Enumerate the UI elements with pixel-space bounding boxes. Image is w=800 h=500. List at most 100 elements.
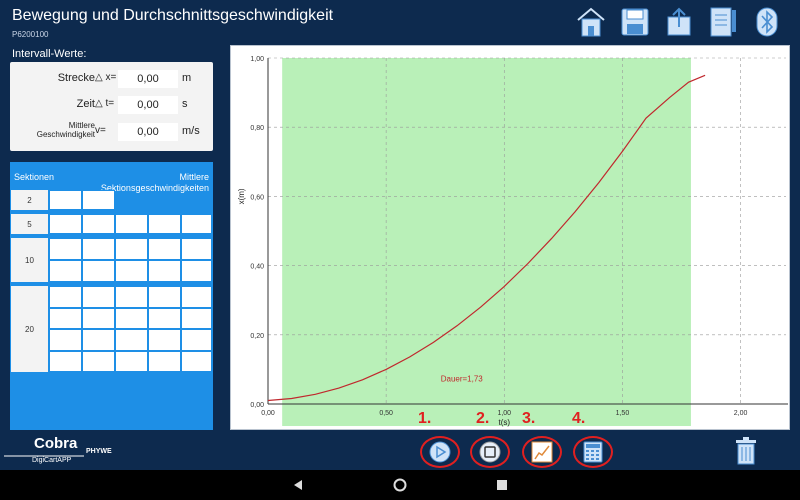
section-cell <box>181 238 212 260</box>
y-tick-label: 1,00 <box>250 56 264 63</box>
time-label: Zeit <box>76 98 95 110</box>
stop-button[interactable] <box>470 436 510 468</box>
section-cell <box>82 329 115 351</box>
recents-icon <box>497 480 507 490</box>
section-cell <box>148 351 181 372</box>
logo-brand: PHYWE <box>86 448 112 455</box>
chart-icon <box>531 441 553 463</box>
section-cell <box>115 260 148 282</box>
chart-panel[interactable]: 0,00 0,20 0,40 0,60 0,80 1,00 0,00 0,50 1,00 1,50… <box>230 45 790 430</box>
velocity-row: Mittlere Geschwindigkeit v= 0,00 m/s <box>10 121 213 143</box>
section-cell <box>148 238 181 260</box>
section-cell <box>82 308 115 329</box>
velocity-symbol: v= <box>95 125 106 136</box>
time-value: 0,00 <box>118 96 178 114</box>
section-cell <box>148 214 181 234</box>
x-tick-label: 0,00 <box>261 410 275 417</box>
y-tick-label: 0,80 <box>250 125 264 132</box>
section-cell <box>181 286 212 308</box>
y-axis-label: x(m) <box>237 188 246 204</box>
y-tick-label: 0,60 <box>250 194 264 201</box>
sections-table: Sektionen Mittlere Sektionsgeschwindigke… <box>10 162 213 430</box>
y-tick-label: 0,40 <box>250 264 264 271</box>
section-cell <box>148 260 181 282</box>
experiment-id: P6200100 <box>12 30 49 39</box>
x-tick-label: 1,50 <box>616 410 630 417</box>
section-cell <box>49 190 82 210</box>
section-cell <box>82 214 115 234</box>
distance-time-chart: 0,00 0,20 0,40 0,60 0,80 1,00 0,00 0,50 1,00 1,50… <box>237 56 788 427</box>
section-cell <box>82 238 115 260</box>
section-label-2: 2 <box>11 190 48 210</box>
section-cell <box>82 190 115 210</box>
logo-sub: DigiCartAPP <box>32 457 72 464</box>
play-button[interactable] <box>420 436 460 468</box>
section-cell <box>82 260 115 282</box>
section-cell <box>49 238 82 260</box>
section-cell <box>181 260 212 282</box>
section-row-5: 5 <box>10 214 213 234</box>
section-cell <box>49 329 82 351</box>
home-circle-icon <box>393 478 407 492</box>
share-icon[interactable] <box>662 4 696 40</box>
nav-back-button[interactable] <box>290 477 306 493</box>
nav-recents-button[interactable] <box>494 477 510 493</box>
trash-button[interactable] <box>734 437 758 470</box>
section-cell <box>115 351 148 372</box>
time-unit: s <box>182 98 188 110</box>
nav-home-button[interactable] <box>392 477 408 493</box>
section-row-10: 10 <box>10 238 213 282</box>
time-row: Zeit △ t= 0,00 s <box>10 94 213 116</box>
bluetooth-icon[interactable] <box>750 4 784 40</box>
section-row-2: 2 <box>10 190 213 210</box>
section-label-10: 10 <box>11 238 48 282</box>
section-cell <box>181 329 212 351</box>
interval-heading: Intervall-Werte: <box>12 48 87 60</box>
distance-unit: m <box>182 72 192 84</box>
y-tick-label: 0,00 <box>250 402 264 409</box>
section-cell <box>49 351 82 372</box>
back-icon <box>294 480 302 490</box>
section-cell <box>148 308 181 329</box>
section-cell <box>115 214 148 234</box>
chart-tool-button[interactable] <box>522 436 562 468</box>
distance-label: Strecke <box>57 72 95 84</box>
play-icon <box>429 441 451 463</box>
section-cell <box>148 286 181 308</box>
distance-value: 0,00 <box>118 70 178 88</box>
measurement-highlight <box>282 58 691 426</box>
step-number-2: 2. <box>476 410 490 427</box>
section-cell <box>148 329 181 351</box>
distance-symbol: △ x= <box>95 72 117 83</box>
section-cell <box>115 308 148 329</box>
home-icon[interactable] <box>574 4 608 40</box>
x-axis-label: t(s) <box>498 418 510 427</box>
section-cell <box>181 214 212 234</box>
duration-annotation: Dauer=1,73 <box>441 375 484 384</box>
bottom-toolbar: Cobra DigiCartAPP PHYWE 1. 2. 3. 4. <box>0 410 800 470</box>
logo-main: Cobra <box>34 435 78 452</box>
left-panel: Intervall-Werte: Strecke △ x= 0,00 m Zei… <box>0 44 222 432</box>
notebook-icon[interactable] <box>706 4 740 40</box>
calculator-icon <box>583 441 603 463</box>
velocity-label: Mittlere Geschwindigkeit <box>36 121 95 139</box>
section-label-20: 20 <box>11 286 48 372</box>
save-icon[interactable] <box>618 4 652 40</box>
section-cell <box>49 214 82 234</box>
section-cell <box>181 308 212 329</box>
section-cell <box>49 260 82 282</box>
interval-values-box: Strecke △ x= 0,00 m Zeit △ t= 0,00 s Mit… <box>10 62 213 151</box>
section-cell <box>82 286 115 308</box>
trash-icon <box>736 437 756 465</box>
system-nav-bar <box>0 470 800 500</box>
stop-icon <box>479 441 501 463</box>
x-tick-label: 0,50 <box>379 410 393 417</box>
section-cell <box>181 351 212 372</box>
calculator-button[interactable] <box>573 436 613 468</box>
sections-heading: Sektionen <box>14 172 55 182</box>
distance-row: Strecke △ x= 0,00 m <box>10 68 213 90</box>
section-cell <box>115 286 148 308</box>
section-cell <box>115 238 148 260</box>
cobra-logo: Cobra DigiCartAPP PHYWE <box>4 434 124 468</box>
step-number-1: 1. <box>418 410 432 427</box>
